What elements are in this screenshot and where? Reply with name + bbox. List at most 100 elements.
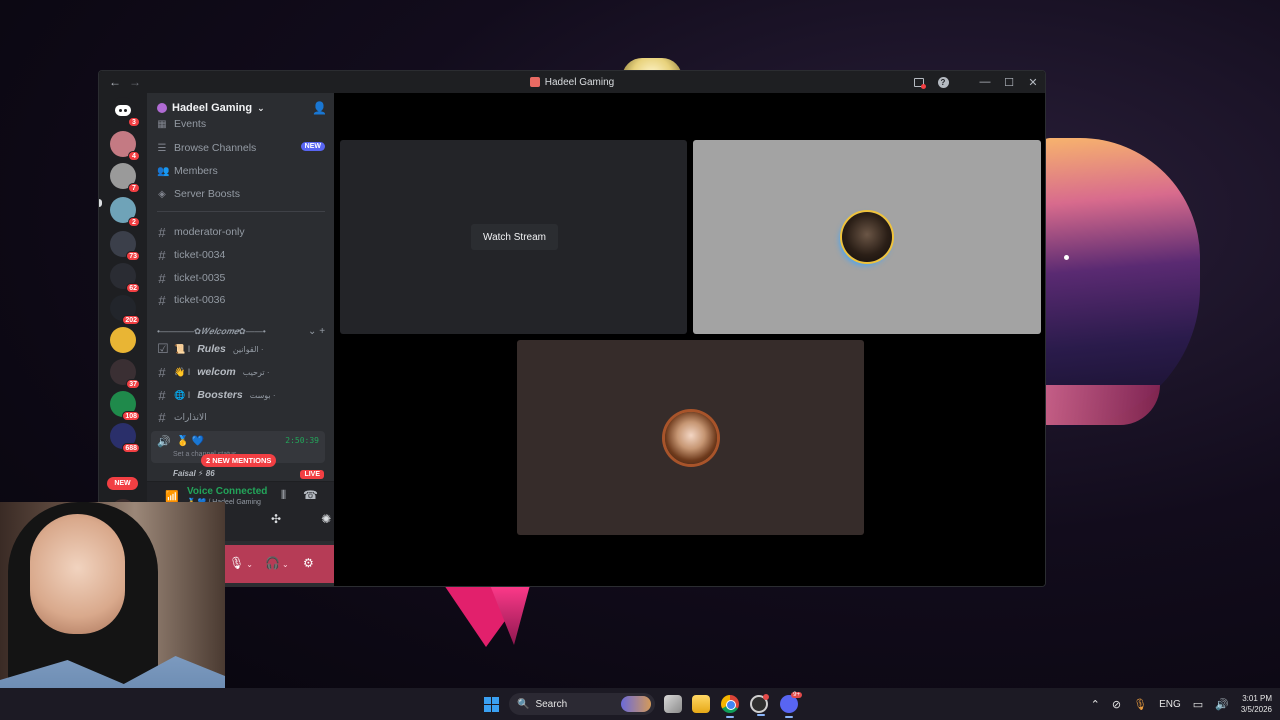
back-arrow-icon[interactable]: ←: [109, 75, 121, 89]
sidebar-item-browse-channels[interactable]: ☰ Browse Channels NEW: [157, 138, 325, 158]
channel-subname: ترحيب ·: [242, 367, 270, 377]
window-title: Hadeel Gaming: [99, 71, 1045, 93]
invite-people-icon[interactable]: 👤: [312, 102, 327, 114]
sidebar-item-events[interactable]: ▦ Events: [157, 117, 325, 131]
channel-boosters[interactable]: # 🌐 I Boosters بوست ·: [157, 385, 325, 405]
network-off-icon[interactable]: ⊘: [1112, 698, 1121, 711]
server-badge: 37: [126, 379, 140, 389]
participant-tile[interactable]: [517, 340, 864, 535]
microphone-button[interactable]: 🎙 ⌄: [229, 556, 253, 570]
discord-icon[interactable]: 9+: [780, 692, 802, 718]
server-badge: 688: [122, 443, 140, 453]
voice-connected-label[interactable]: Voice Connected: [187, 486, 267, 497]
windows-start-icon[interactable]: [484, 697, 499, 712]
new-unreads-pill[interactable]: NEW: [107, 477, 138, 490]
avatar: [842, 212, 892, 262]
category-welcome[interactable]: •————✿𝑾𝒆𝒍𝒄𝒐𝒎𝒆✿——• ⌄ +: [157, 324, 325, 338]
clock[interactable]: 3:01 PM 3/5/2026: [1241, 693, 1272, 715]
watch-stream-button[interactable]: Watch Stream: [471, 224, 558, 250]
inbox-icon: [914, 77, 926, 89]
minimize-button[interactable]: —: [973, 71, 997, 93]
channel-emoji: 👋 I: [174, 366, 191, 377]
forward-arrow-icon[interactable]: →: [129, 75, 141, 89]
server-icon[interactable]: 7: [110, 163, 140, 193]
server-icon[interactable]: 108: [110, 391, 140, 421]
channel-ticket-0035[interactable]: # ticket-0035: [157, 268, 325, 288]
hash-icon: #: [158, 387, 166, 403]
server-icon[interactable]: [110, 327, 136, 353]
category-name: •————✿𝑾𝒆𝒍𝒄𝒐𝒎𝒆✿——•: [157, 325, 266, 336]
taskbar-search[interactable]: 🔍 Search: [509, 693, 655, 715]
chrome-icon[interactable]: [721, 695, 739, 718]
members-icon: 👥: [157, 165, 170, 177]
calendar-icon: ▦: [157, 118, 167, 130]
sidebar-item-server-boosts[interactable]: ◈ Server Boosts: [157, 184, 325, 204]
maximize-icon: ☐: [1004, 76, 1014, 89]
voice-channel-name: 🥇 💙: [176, 436, 205, 447]
wallpaper-dot: [1064, 255, 1069, 260]
home-button[interactable]: 3: [110, 97, 140, 127]
close-icon: ✕: [1028, 76, 1038, 89]
channel-name: ticket-0034: [174, 249, 226, 261]
server-badge: 108: [122, 411, 140, 421]
chevron-down-icon: ⌄: [257, 102, 265, 113]
language-indicator[interactable]: ENG: [1159, 699, 1181, 710]
participant-tile[interactable]: [693, 140, 1041, 334]
sidebar-item-members[interactable]: 👥 Members: [157, 161, 325, 181]
server-badge: 73: [126, 251, 140, 261]
search-highlight-icon: [621, 696, 651, 712]
server-icon[interactable]: 37: [110, 359, 140, 389]
server-icon[interactable]: 2: [110, 197, 140, 227]
channel-name: الانذارات: [174, 411, 207, 422]
hash-icon: #: [158, 247, 166, 263]
server-icon[interactable]: 73: [110, 231, 140, 261]
close-button[interactable]: ✕: [1021, 71, 1045, 93]
volume-icon[interactable]: 🔊: [1215, 698, 1229, 711]
soundboard-icon[interactable]: ✺: [321, 512, 331, 526]
server-icon[interactable]: 202: [110, 295, 140, 325]
divider: [157, 211, 325, 212]
maximize-button[interactable]: ☐: [997, 71, 1021, 93]
channel-ticket-0034[interactable]: # ticket-0034: [157, 245, 325, 265]
channel-subname: القوانين ·: [232, 344, 264, 354]
channel-ticket-0036[interactable]: # ticket-0036: [157, 290, 325, 310]
task-view-icon[interactable]: [664, 695, 682, 713]
rules-icon: ☑: [157, 341, 169, 356]
stream-tile[interactable]: Watch Stream: [340, 140, 687, 334]
channel-warnings[interactable]: # الانذارات: [157, 407, 325, 427]
chevron-down-icon: ⌄: [281, 560, 289, 569]
guild-icon: [157, 103, 167, 113]
file-explorer-icon[interactable]: [692, 695, 710, 713]
display-icon[interactable]: ▭: [1193, 698, 1203, 711]
channel-name: ticket-0035: [174, 272, 226, 284]
inbox-button[interactable]: [907, 71, 931, 93]
server-badge: 4: [128, 151, 140, 161]
headphones-button[interactable]: 🎧 ⌄: [265, 556, 289, 570]
hash-icon: #: [158, 224, 166, 240]
settings-button[interactable]: ⚙: [303, 556, 314, 570]
webcam-face: [30, 514, 125, 634]
server-icon[interactable]: 62: [110, 263, 140, 293]
channel-emoji: 🌐 I: [174, 389, 191, 400]
new-mentions-pill[interactable]: 2 NEW MENTIONS: [201, 454, 277, 467]
disconnect-icon[interactable]: ☎: [303, 488, 318, 502]
channel-subname: بوست ·: [249, 390, 276, 400]
add-channel-icon[interactable]: ⌄ +: [308, 326, 325, 337]
channel-moderator-only[interactable]: # moderator-only: [157, 222, 325, 242]
server-icon[interactable]: 4: [110, 131, 140, 161]
voice-user-name[interactable]: Faisal ⚡ 86: [173, 469, 215, 478]
microphone-tray-icon[interactable]: 🎙: [1133, 698, 1147, 711]
list-icon: ☰: [157, 142, 167, 154]
channel-rules[interactable]: ☑ 📜 I Rules القوانين ·: [157, 339, 325, 359]
obs-icon[interactable]: [750, 694, 769, 716]
help-button[interactable]: ?: [931, 71, 955, 93]
speaker-icon: 🔊: [157, 436, 171, 448]
activities-icon[interactable]: ✣: [271, 512, 281, 526]
server-icon[interactable]: 688: [110, 423, 140, 453]
wallpaper-shape-edge: [1040, 385, 1160, 425]
noise-suppression-icon[interactable]: ⫴: [281, 488, 286, 503]
boost-icon: ◈: [158, 188, 166, 200]
avatar: [664, 411, 717, 464]
channel-welcom[interactable]: # 👋 I welcom ترحيب ·: [157, 362, 325, 382]
chevron-up-icon[interactable]: ⌃: [1091, 698, 1100, 711]
